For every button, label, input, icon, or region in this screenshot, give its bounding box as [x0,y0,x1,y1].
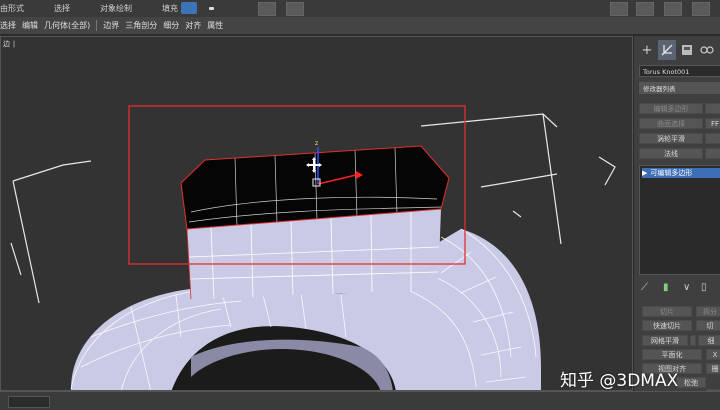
modifier-list-dropdown[interactable]: 修改器列表 [639,82,720,94]
ribbon-tools-row: 选择 编辑 几何体(全部) 边界 三角剖分 细分 对齐 属性 [0,17,720,34]
tessellate-button[interactable]: 细 [698,335,720,346]
modify-icon[interactable] [658,40,676,60]
right-button[interactable] [705,133,720,144]
motion-icon[interactable] [698,40,716,60]
make-unique-icon[interactable]: ∨ [683,282,690,293]
pin-stack-icon[interactable]: ⟋ [641,282,648,293]
ribbon-tab-selection[interactable]: 选择 [54,3,70,14]
show-end-result-icon[interactable]: ▮ [663,282,669,293]
tool-select[interactable]: 选择 [0,20,16,31]
x-button[interactable]: X [706,349,720,360]
perspective-viewport[interactable]: z 边 ∣ [0,36,633,391]
command-panel-tabs: + [634,40,720,64]
viewport-label[interactable]: 边 ∣ [3,39,16,49]
remove-modifier-icon[interactable]: ▯ [701,282,707,293]
tool-properties[interactable]: 属性 [207,20,223,31]
tool-edit[interactable]: 编辑 [22,20,38,31]
object-name-field[interactable]: Torus Knot001 [639,65,720,77]
ribbon-toolbar: 由形式 选择 对象绘制 填充 选择 编辑 几何体(全部) 边界 三角剖分 细分 … [0,0,720,34]
relax-button[interactable]: 松弛 [676,377,706,388]
hierarchy-icon[interactable] [678,40,696,60]
stack-tools: ⟋ ▮ ∨ ▯ [639,282,719,296]
settings-icon[interactable] [690,335,696,346]
watermark: 知乎 @3DMAX [560,371,679,391]
tool-subdivide[interactable]: 细分 [163,20,179,31]
quickslice-button[interactable]: 快速切片 [642,320,692,331]
ribbon-dropdown-icon[interactable] [209,7,214,10]
tool-geometry-all[interactable]: 几何体(全部) [44,20,90,31]
right-button[interactable] [705,148,720,159]
modifier-stack[interactable]: ▶ 可编辑多边形 [639,165,720,275]
status-input[interactable] [8,396,50,408]
divider [96,20,98,31]
ribbon-square-button[interactable] [610,2,628,16]
ribbon-tab-object-paint[interactable]: 对象绘制 [100,3,132,14]
planarize-button[interactable]: 平面化 [642,349,702,360]
create-icon[interactable]: + [638,40,656,60]
stack-item-label: 可编辑多边形 [650,169,693,177]
ribbon-tab-freeform[interactable]: 由形式 [0,3,24,14]
ribbon-square-button[interactable] [664,2,682,16]
grid-align-button[interactable]: 栅 [706,363,720,374]
tool-border[interactable]: 边界 [103,20,119,31]
ribbon-square-button[interactable] [286,2,304,16]
expand-arrow-icon[interactable]: ▶ [642,169,647,177]
tool-triangulate[interactable]: 三角剖分 [125,20,157,31]
surface-select-button[interactable]: 曲面选择 [639,118,703,129]
viewport-scene: z [10,105,616,390]
stack-item-editable-poly[interactable]: ▶ 可编辑多边形 [642,168,720,178]
cut-button[interactable]: 切 [696,320,720,331]
right-button[interactable] [705,103,720,114]
ribbon-tab-populate[interactable]: 填充 [162,3,178,14]
tool-align[interactable]: 对齐 [185,20,201,31]
ribbon-square-button[interactable] [636,2,654,16]
edit-poly-button[interactable]: 编辑多边形 [639,103,703,114]
slice-plane-button[interactable]: 切片 [642,306,692,317]
meshsmooth-button[interactable]: 网格平滑 [642,335,688,346]
command-panel: + Torus Knot001 修改器列表 编辑多边形 曲面选择 FF 涡轮平滑… [634,36,720,391]
normal-button[interactable]: 法线 [639,148,703,159]
ribbon-square-button[interactable] [692,2,710,16]
gizmo-z-label: z [315,140,318,147]
split-button[interactable]: 拆分 [696,306,720,317]
ribbon-square-button[interactable] [258,2,276,16]
ribbon-toggle-button[interactable] [181,2,197,14]
turbosmooth-button[interactable]: 涡轮平滑 [639,133,703,144]
ff-button[interactable]: FF [705,118,720,129]
status-bar [0,391,720,410]
